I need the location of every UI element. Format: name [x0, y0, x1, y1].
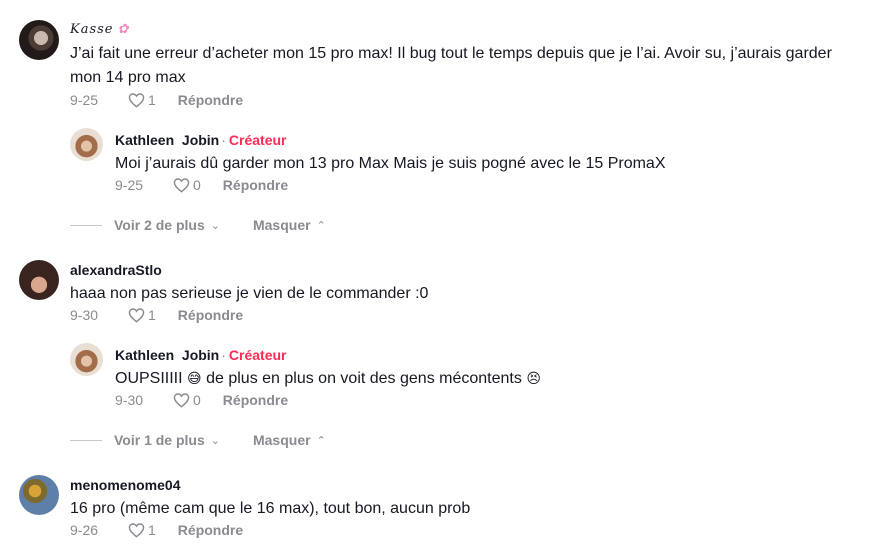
- flower-emoji-icon: ✿: [117, 22, 130, 37]
- separator: ·: [221, 132, 226, 148]
- reply-meta: 9-30 0 Répondre: [115, 392, 288, 408]
- view-more-replies-button[interactable]: Voir 1 de plus ⌄: [114, 432, 220, 448]
- hide-replies-button[interactable]: Masquer ⌃: [253, 432, 326, 448]
- heart-outline-icon: [173, 393, 190, 408]
- hide-replies-button[interactable]: Masquer ⌃: [253, 217, 326, 233]
- comment-meta: 9-26 1 Répondre: [70, 522, 243, 538]
- persevering-face-emoji-icon: 😣: [526, 371, 541, 387]
- comment-text: haaa non pas serieuse je vien de le comm…: [70, 285, 429, 302]
- reply-meta: 9-25 0 Répondre: [115, 177, 288, 193]
- chevron-down-icon: ⌄: [210, 219, 220, 232]
- reply-date: 9-30: [115, 392, 144, 408]
- heart-outline-icon: [128, 93, 145, 108]
- reply-username[interactable]: Kathleen Jobin · Créateur: [115, 347, 287, 363]
- chevron-down-icon: ⌄: [210, 434, 220, 447]
- avatar[interactable]: [19, 260, 59, 300]
- divider-line: [70, 224, 102, 226]
- reply-text: Moi j’aurais dû garder mon 13 pro Max Ma…: [115, 155, 666, 172]
- comment-meta: 9-25 1 Répondre: [70, 92, 243, 108]
- reply-text: OUPSIIIII 😅 de plus en plus on voit des …: [115, 367, 855, 391]
- hide-label: Masquer: [252, 432, 311, 448]
- sweat-smile-emoji-icon: 😅: [187, 371, 202, 387]
- replies-controls: Voir 2 de plus ⌄ Masquer ⌃: [70, 217, 326, 233]
- replies-controls: Voir 1 de plus ⌄ Masquer ⌃: [70, 432, 326, 448]
- avatar[interactable]: [19, 20, 59, 60]
- reply-button[interactable]: Répondre: [223, 177, 288, 193]
- separator: ·: [221, 347, 226, 363]
- avatar[interactable]: [70, 343, 103, 376]
- comment-text: J’ai fait une erreur d’acheter mon 15 pr…: [70, 45, 832, 86]
- username-text: Kathleen Jobin: [115, 347, 220, 363]
- avatar[interactable]: [70, 128, 103, 161]
- view-more-label: Voir 2 de plus: [114, 217, 205, 233]
- reply-button[interactable]: Répondre: [178, 307, 243, 323]
- view-more-replies-button[interactable]: Voir 2 de plus ⌄: [114, 217, 220, 233]
- comment-username[interactable]: menomenome04: [70, 477, 180, 493]
- reply-button[interactable]: Répondre: [178, 92, 243, 108]
- like-count: 0: [193, 392, 201, 408]
- view-more-label: Voir 1 de plus: [114, 432, 205, 448]
- like-button[interactable]: 1: [128, 522, 156, 538]
- like-count: 1: [148, 522, 156, 538]
- reply-date: 9-25: [115, 177, 144, 193]
- comment-date: 9-26: [70, 522, 99, 538]
- username-text: Kathleen Jobin: [115, 132, 220, 148]
- comment-thread: Kasse ✿ J’ai fait une erreur d’acheter mo…: [0, 0, 872, 548]
- like-button[interactable]: 1: [128, 307, 156, 323]
- heart-outline-icon: [173, 178, 190, 193]
- creator-badge: Créateur: [228, 132, 287, 148]
- like-count: 0: [193, 177, 201, 193]
- creator-badge: Créateur: [228, 347, 287, 363]
- avatar[interactable]: [19, 475, 59, 515]
- username-text: Kasse: [70, 22, 114, 37]
- reply-button[interactable]: Répondre: [223, 392, 288, 408]
- reply-button[interactable]: Répondre: [178, 522, 243, 538]
- like-count: 1: [148, 92, 156, 108]
- divider-line: [70, 439, 102, 441]
- reply-text-part: OUPSIIIII: [115, 370, 183, 387]
- like-button[interactable]: 0: [173, 392, 201, 408]
- heart-outline-icon: [128, 308, 145, 323]
- chevron-up-icon: ⌃: [316, 434, 326, 447]
- comment-username[interactable]: Kasse ✿: [70, 22, 129, 37]
- reply-username[interactable]: Kathleen Jobin · Créateur: [115, 132, 287, 148]
- comment-meta: 9-30 1 Répondre: [70, 307, 243, 323]
- heart-outline-icon: [128, 523, 145, 538]
- comment-date: 9-25: [70, 92, 99, 108]
- chevron-up-icon: ⌃: [316, 219, 326, 232]
- like-count: 1: [148, 307, 156, 323]
- like-button[interactable]: 1: [128, 92, 156, 108]
- comment-username[interactable]: alexandraStlo: [70, 262, 162, 278]
- comment-text: 16 pro (même cam que le 16 max), tout bo…: [70, 500, 471, 517]
- comment-date: 9-30: [70, 307, 99, 323]
- like-button[interactable]: 0: [173, 177, 201, 193]
- hide-label: Masquer: [252, 217, 311, 233]
- reply-text-part: de plus en plus on voit des gens méconte…: [206, 370, 522, 387]
